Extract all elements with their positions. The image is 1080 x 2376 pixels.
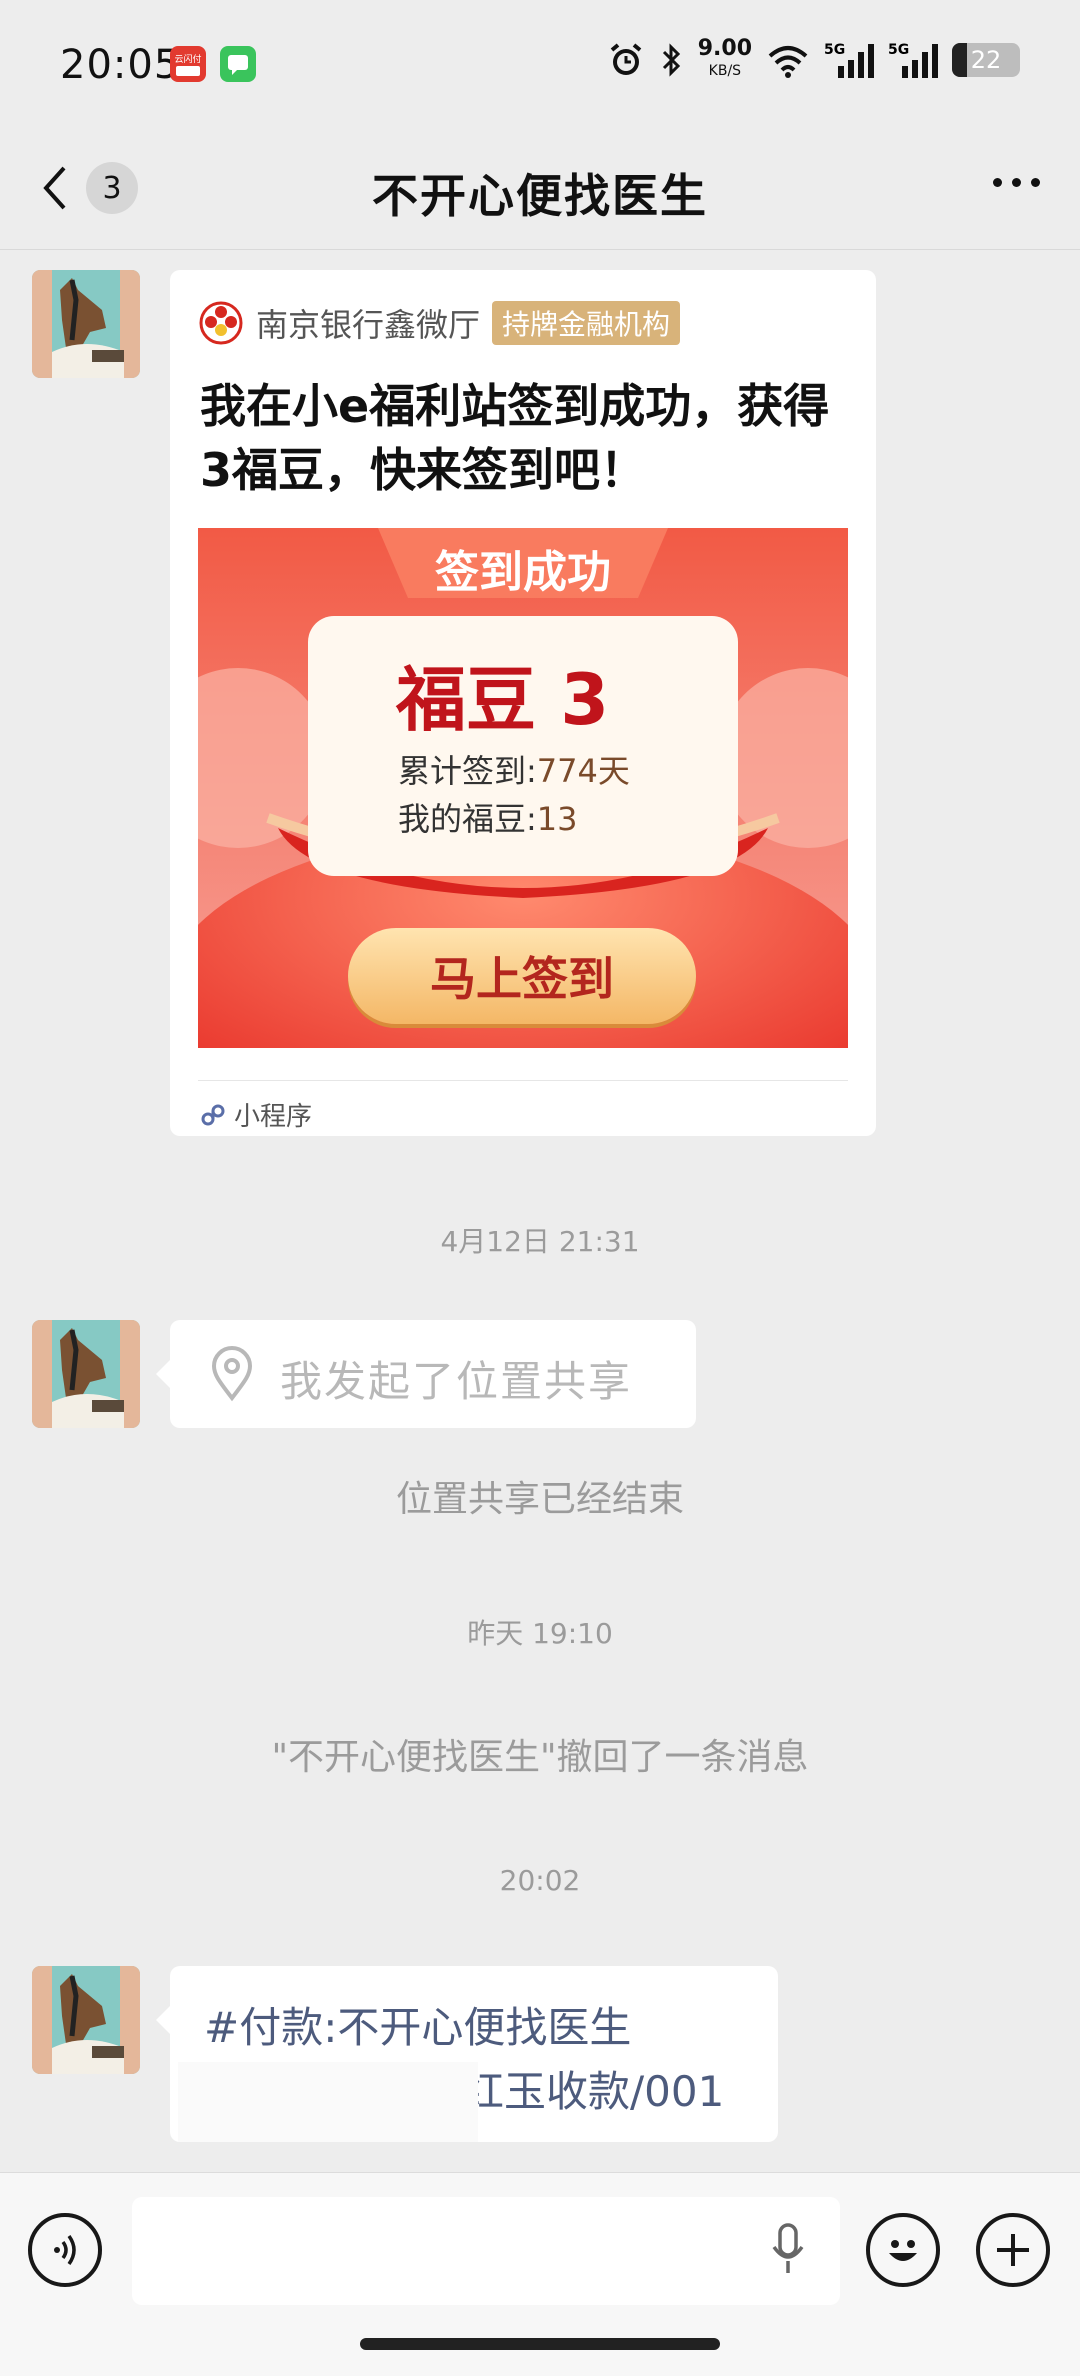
checkin-success-image: 签到成功 福豆 3 累计签到:774天 我的福豆:13 马上签到 bbox=[198, 528, 848, 1048]
card-source: 南京银行鑫微厅 持牌金融机构 bbox=[198, 300, 681, 346]
wifi-icon bbox=[768, 46, 808, 78]
voice-toggle-button[interactable] bbox=[28, 2213, 102, 2287]
location-pin-icon bbox=[211, 1346, 253, 1402]
battery-indicator: 22 bbox=[952, 43, 1020, 77]
status-indicators: 9.00 KB/S 5G 5G 22 bbox=[606, 38, 1020, 82]
avatar[interactable] bbox=[32, 1320, 140, 1428]
signal-icon-1: 5G bbox=[824, 42, 874, 78]
app1-label: 云闪付 bbox=[174, 54, 201, 65]
svg-text:5G: 5G bbox=[888, 42, 909, 58]
bluetooth-icon bbox=[662, 43, 680, 77]
message-app-icon bbox=[220, 46, 256, 82]
timestamp: 昨天 19:10 bbox=[467, 1617, 613, 1650]
home-indicator[interactable] bbox=[360, 2338, 720, 2350]
voice-wave-icon bbox=[54, 2234, 76, 2266]
cumulative-checkin: 累计签到:774天 bbox=[398, 752, 630, 790]
add-more-button[interactable] bbox=[976, 2213, 1050, 2287]
dot-icon bbox=[993, 178, 1002, 187]
dot-icon bbox=[1031, 178, 1040, 187]
alarm-icon bbox=[610, 43, 641, 75]
mini-program-icon bbox=[201, 1104, 225, 1125]
mini-program-card[interactable]: 南京银行鑫微厅 持牌金融机构 我在小e福利站签到成功，获得3福豆，快来签到吧！ bbox=[170, 270, 876, 1136]
net-speed: 9.00 KB/S bbox=[697, 36, 752, 80]
microphone-icon[interactable] bbox=[770, 2221, 806, 2277]
chat-header: 3 不开心便找医生 bbox=[0, 130, 1080, 250]
licensed-badge: 持牌金融机构 bbox=[492, 301, 681, 345]
chat-title: 不开心便找医生 bbox=[372, 169, 708, 223]
source-name: 南京银行鑫微厅 bbox=[256, 306, 481, 344]
payment-message-bubble[interactable]: #付款:不开心便找医生 红玉收款/001 bbox=[156, 1966, 778, 2142]
payment-line-1: #付款:不开心便找医生 bbox=[204, 2003, 632, 2052]
checkin-now-button: 马上签到 bbox=[348, 928, 696, 1024]
my-fudou: 我的福豆:13 bbox=[398, 800, 578, 838]
status-time: 20:05 bbox=[60, 42, 181, 88]
battery-fill bbox=[952, 43, 967, 77]
divider bbox=[198, 1080, 848, 1081]
more-options-button[interactable] bbox=[993, 178, 1040, 187]
redacted-area bbox=[178, 2062, 478, 2142]
location-ended-notice: 位置共享已经结束 bbox=[395, 1479, 684, 1520]
location-share-bubble[interactable]: 我发起了位置共享 bbox=[156, 1320, 696, 1428]
signal-icon-2: 5G bbox=[888, 42, 938, 78]
dot-icon bbox=[1012, 178, 1021, 187]
unionpay-app-icon: 云闪付 bbox=[170, 46, 206, 82]
plus-icon bbox=[997, 2234, 1029, 2266]
recalled-notice: "不开心便找医生"撤回了一条消息 bbox=[271, 1737, 809, 1778]
mini-program-label: 小程序 bbox=[200, 1096, 312, 1133]
card-message-text: 我在小e福利站签到成功，获得3福豆，快来签到吧！ bbox=[200, 379, 830, 497]
avatar[interactable] bbox=[32, 270, 140, 378]
status-bar: 20:05 云闪付 9.00 KB/S 5G 5G 22 bbox=[0, 0, 1080, 130]
avatar[interactable] bbox=[32, 1966, 140, 2074]
svg-text:5G: 5G bbox=[824, 42, 845, 58]
bank-logo-icon bbox=[199, 301, 243, 345]
location-share-text: 我发起了位置共享 bbox=[280, 1357, 633, 1406]
timestamp: 4月12日 21:31 bbox=[440, 1225, 640, 1258]
fudou-amount: 福豆 3 bbox=[396, 659, 610, 741]
smiley-icon bbox=[889, 2240, 917, 2261]
emoji-button[interactable] bbox=[866, 2213, 940, 2287]
timestamp: 20:02 bbox=[499, 1864, 581, 1897]
message-input[interactable] bbox=[132, 2197, 840, 2305]
banner-text: 签到成功 bbox=[435, 547, 611, 598]
